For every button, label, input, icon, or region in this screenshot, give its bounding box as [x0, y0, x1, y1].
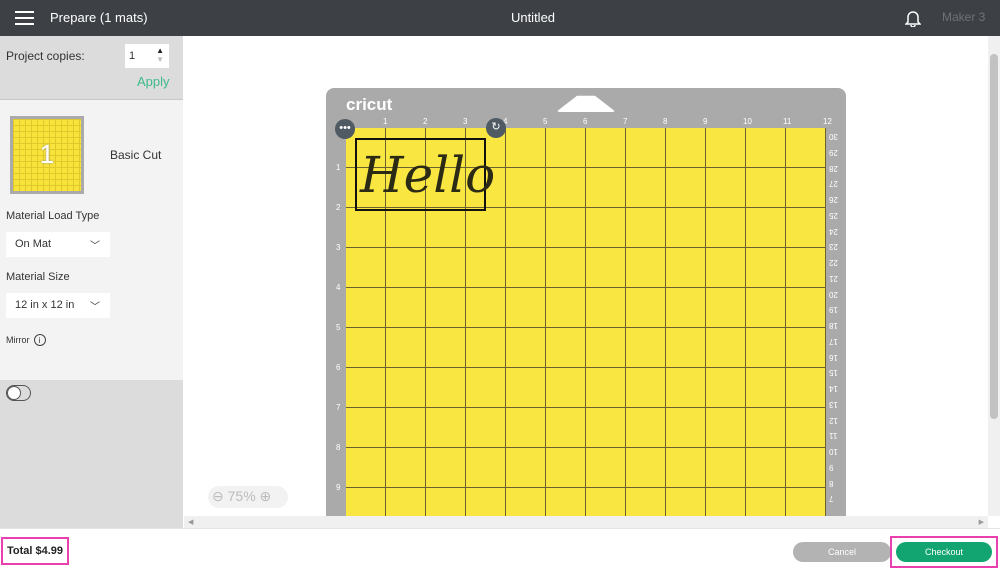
- checkout-highlight: Checkout: [890, 536, 998, 568]
- load-type-label: Material Load Type: [6, 210, 100, 222]
- chevron-down-icon: ﹀: [90, 241, 100, 252]
- row-label: 8: [336, 443, 341, 452]
- row-label: 6: [336, 363, 341, 372]
- cm-label: 26: [829, 195, 838, 204]
- cm-label: 12: [829, 415, 838, 425]
- cm-label: 13: [829, 399, 838, 409]
- cm-label: 11: [829, 431, 838, 441]
- row-label: 5: [336, 323, 341, 332]
- column-label: 3: [463, 117, 468, 126]
- bell-icon[interactable]: [905, 9, 921, 27]
- column-label: 5: [543, 117, 548, 126]
- mirror-toggle[interactable]: [6, 385, 31, 401]
- cm-label: 24: [829, 226, 838, 236]
- zoom-out-icon[interactable]: ⊖: [212, 488, 224, 504]
- cricut-logo: cricut: [346, 95, 393, 114]
- mirror-label: Mirror i: [6, 334, 46, 346]
- column-label: 2: [423, 117, 428, 126]
- mat-cut-label: Basic Cut: [110, 148, 162, 162]
- column-label: 1: [383, 117, 388, 126]
- mat-thumbnail[interactable]: 1: [10, 116, 84, 194]
- stepper-arrows-icon[interactable]: ▲ ▼: [156, 46, 164, 64]
- footer-bar: Total $4.99 Cancel Checkout: [0, 528, 1000, 572]
- column-label: 11: [783, 117, 792, 126]
- sidebar: Project copies: 1 ▲ ▼ Apply 1 Basic Cut Ma…: [0, 36, 183, 528]
- top-bar: Prepare (1 mats) Untitled Maker 3: [0, 0, 1000, 36]
- horizontal-scrollbar[interactable]: ◀ ▶: [184, 516, 988, 528]
- cm-label: 22: [829, 258, 838, 267]
- cutting-mat: cricut 1 2 3 4 5 6 7 8 9 10 11 12 1 2 3 4 5 6 7 8 9 30 29 28 27 2…: [326, 88, 846, 516]
- zoom-control: ⊖ 75% ⊕: [208, 486, 288, 508]
- project-copies-stepper[interactable]: 1 ▲ ▼: [125, 44, 169, 68]
- cm-label: 15: [829, 368, 838, 378]
- hello-design[interactable]: Hello: [355, 138, 495, 211]
- cm-label: 28: [829, 163, 838, 173]
- row-label: 2: [336, 203, 341, 212]
- cm-label: 20: [829, 289, 838, 299]
- cancel-button[interactable]: Cancel: [793, 542, 891, 562]
- cm-label: 25: [829, 210, 838, 220]
- mat-canvas: cricut 1 2 3 4 5 6 7 8 9 10 11 12 1 2 3 4 5 6 7 8 9 30 29 28 27 2…: [184, 36, 988, 516]
- mirror-text: Mirror: [6, 335, 30, 345]
- cm-label: 21: [829, 273, 838, 283]
- cm-label: 9: [829, 462, 834, 472]
- hamburger-icon[interactable]: [15, 11, 34, 25]
- mat-notch: [556, 95, 616, 112]
- total-price: Total $4.99: [1, 537, 70, 565]
- cm-label: 23: [829, 242, 838, 252]
- column-label: 8: [663, 117, 668, 126]
- material-size-select[interactable]: 12 in x 12 in ﹀: [6, 293, 110, 318]
- zoom-in-icon[interactable]: ⊕: [260, 488, 272, 504]
- document-title: Untitled: [510, 10, 556, 25]
- column-label: 9: [703, 117, 708, 126]
- apply-button[interactable]: Apply: [137, 74, 170, 89]
- project-copies-section: Project copies: 1 ▲ ▼ Apply: [0, 36, 183, 100]
- material-size-label: Material Size: [6, 271, 70, 283]
- cm-label: 14: [829, 384, 838, 393]
- row-label: 4: [336, 283, 341, 292]
- copies-value: 1: [129, 50, 136, 62]
- mat-settings: 1 Basic Cut Material Load Type On Mat ﹀ M…: [0, 100, 183, 401]
- page-title: Prepare (1 mats): [50, 10, 148, 25]
- column-label: 6: [583, 117, 588, 126]
- material-size-value: 12 in x 12 in: [15, 299, 75, 311]
- more-options-icon[interactable]: •••: [335, 119, 355, 139]
- rotate-icon[interactable]: ↻: [486, 118, 506, 138]
- cm-label: 30: [829, 132, 838, 141]
- cm-label: 17: [829, 336, 838, 346]
- cm-label: 10: [829, 447, 838, 456]
- checkout-button[interactable]: Checkout: [896, 542, 992, 562]
- row-label: 1: [336, 163, 341, 172]
- mat-number: 1: [13, 119, 81, 191]
- column-label: 10: [743, 117, 752, 126]
- machine-selector[interactable]: Maker 3: [942, 10, 985, 24]
- cm-label: 29: [829, 147, 838, 157]
- row-label: 7: [336, 403, 341, 412]
- row-label: 3: [336, 243, 341, 252]
- row-label: 9: [336, 483, 341, 492]
- column-label: 12: [823, 117, 832, 126]
- column-label: 7: [623, 117, 628, 126]
- cm-label: 27: [829, 179, 838, 189]
- info-icon[interactable]: i: [33, 334, 46, 346]
- cm-label: 18: [829, 321, 838, 330]
- zoom-level: 75%: [227, 488, 256, 504]
- chevron-down-icon: ﹀: [90, 302, 100, 313]
- cm-label: 19: [829, 305, 838, 315]
- cm-label: 7: [829, 494, 834, 504]
- project-copies-label: Project copies:: [6, 49, 85, 63]
- cm-label: 8: [829, 478, 834, 488]
- vertical-scrollbar[interactable]: [988, 36, 1000, 516]
- load-type-select[interactable]: On Mat ﹀: [6, 232, 110, 257]
- cm-label: 16: [829, 352, 838, 362]
- load-type-value: On Mat: [15, 238, 52, 250]
